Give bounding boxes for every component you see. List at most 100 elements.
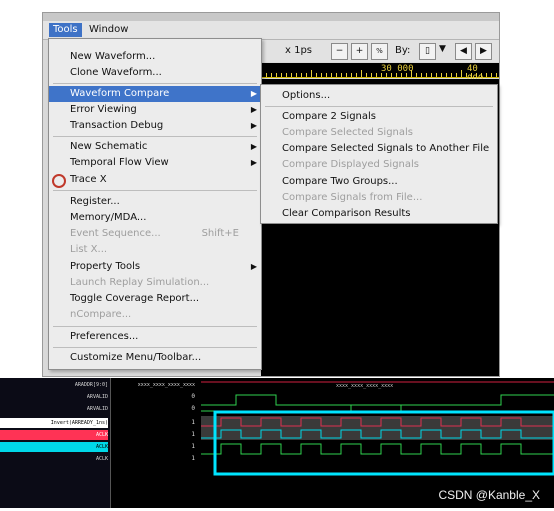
bus-value: xxxx_xxxx_xxxx_xxxx [336, 383, 393, 389]
ruler-tick [331, 73, 332, 77]
zoom-in-icon[interactable]: + [351, 43, 368, 60]
menu-item-register[interactable]: Register... [49, 194, 261, 210]
dropdown-arrow-icon[interactable]: ▼ [439, 44, 446, 54]
ruler-tick [491, 73, 492, 77]
submenu-item-compare-from-file[interactable]: Compare Signals from File... [261, 190, 497, 206]
submenu-item-options[interactable]: Options... [261, 88, 497, 104]
signal-value: 1 [191, 431, 195, 438]
submenu-item-compare-to-file[interactable]: Compare Selected Signals to Another File [261, 141, 497, 157]
menu-item-new-waveform[interactable]: New Waveform... [49, 49, 261, 65]
menu-item-clone-waveform[interactable]: Clone Waveform... [49, 65, 261, 81]
submenu-arrow-icon: ▶ [250, 89, 257, 98]
signal-name[interactable]: ARADDR[9:0] [0, 380, 108, 390]
watermark: CSDN @Kanble_X [438, 488, 540, 502]
menu-item-error-viewing[interactable]: Error Viewing ▶ [49, 102, 261, 118]
cursor-select-icon[interactable]: ▯ [419, 43, 436, 60]
menu-separator [265, 106, 493, 107]
trace-x-icon [52, 174, 66, 188]
submenu-arrow-icon: ▶ [250, 262, 257, 271]
menu-item-toggle-coverage[interactable]: Toggle Coverage Report... [49, 291, 261, 307]
menu-item-memory-mda[interactable]: Memory/MDA... [49, 210, 261, 226]
menu-tools[interactable]: Tools [49, 23, 82, 37]
menu-item-list-x[interactable]: List X... [49, 242, 261, 258]
signal-value: 1 [191, 455, 195, 462]
submenu-item-compare-two-groups[interactable]: Compare Two Groups... [261, 174, 497, 190]
ruler-tick [446, 73, 447, 77]
zoom-fit-icon[interactable]: % [371, 43, 388, 60]
ruler-tick [476, 73, 477, 77]
menu-separator [53, 347, 257, 348]
signal-name[interactable]: ARVALID [0, 392, 108, 402]
ruler-tick [336, 73, 337, 77]
signal-value: xxxx_xxxx_xxxx_xxxx [137, 382, 195, 388]
submenu-arrow-icon: ▶ [250, 158, 257, 167]
toolbar: x 1ps − + % By: ▯ ▼ ◀ ▶ [261, 40, 499, 62]
submenu-item-compare-displayed[interactable]: Compare Displayed Signals [261, 157, 497, 173]
ruler-tick [306, 73, 307, 77]
ruler-tick [361, 70, 362, 77]
ruler-tick [406, 73, 407, 77]
ruler-tick [286, 73, 287, 77]
ruler-tick [471, 73, 472, 77]
signal-name[interactable]: ARVALID [0, 404, 108, 414]
time-ruler[interactable]: 30 000 40 000 [261, 63, 499, 84]
menu-item-property-tools[interactable]: Property Tools ▶ [49, 259, 261, 275]
ruler-tick [391, 73, 392, 77]
ruler-tick [441, 73, 442, 77]
menu-item-transaction-debug[interactable]: Transaction Debug ▶ [49, 118, 261, 134]
ruler-tick [421, 73, 422, 77]
menu-item-waveform-compare[interactable]: Waveform Compare ▶ [49, 86, 261, 102]
ruler-tick [351, 73, 352, 77]
ruler-tick [416, 73, 417, 77]
next-icon[interactable]: ▶ [475, 43, 492, 60]
ruler-tick [386, 73, 387, 77]
signal-value: 0 [191, 405, 195, 412]
ruler-tick [481, 73, 482, 77]
submenu-arrow-icon: ▶ [250, 142, 257, 151]
ruler-tick [396, 73, 397, 77]
ruler-tick [266, 73, 267, 77]
submenu-item-compare-selected[interactable]: Compare Selected Signals [261, 125, 497, 141]
signal-value: 1 [191, 419, 195, 426]
menu-item-trace-x[interactable]: Trace X [49, 172, 261, 188]
signal-name-pane[interactable]: ARADDR[9:0] ARVALID ARVALID Invert(ARREA… [0, 378, 110, 508]
ruler-tick [366, 73, 367, 77]
submenu-arrow-icon: ▶ [250, 121, 257, 130]
signal-name[interactable]: ACLK [0, 454, 108, 464]
menu-item-launch-replay[interactable]: Launch Replay Simulation... [49, 275, 261, 291]
ruler-tick [281, 73, 282, 77]
prev-icon[interactable]: ◀ [455, 43, 472, 60]
menu-separator [53, 326, 257, 327]
signal-name[interactable]: ACLK [0, 442, 108, 452]
signal-value-pane[interactable]: xxxx_xxxx_xxxx_xxxx 0 0 1 1 1 1 [110, 378, 202, 508]
menu-item-ncompare[interactable]: nCompare... [49, 307, 261, 323]
menu-item-event-sequence[interactable]: Event Sequence... Shift+E [49, 226, 261, 242]
waveform-compare-submenu: Options... Compare 2 Signals Compare Sel… [260, 84, 498, 224]
ruler-tick [376, 73, 377, 77]
ruler-tick [371, 73, 372, 77]
menu-item-temporal-flow-view[interactable]: Temporal Flow View ▶ [49, 155, 261, 171]
ruler-tick [316, 73, 317, 77]
ruler-tick [451, 73, 452, 77]
menu-window[interactable]: Window [85, 23, 132, 37]
bottom-waveform-window: ARADDR[9:0] ARVALID ARVALID Invert(ARREA… [0, 378, 554, 508]
menu-item-customize[interactable]: Customize Menu/Toolbar... [49, 350, 261, 366]
ruler-tick [296, 73, 297, 77]
signal-name[interactable]: Invert(ARREADY_1ns) [0, 418, 108, 428]
tools-menu: New Waveform... Clone Waveform... Wavefo… [48, 38, 262, 370]
menu-item-new-schematic[interactable]: New Schematic ▶ [49, 139, 261, 155]
title-bar [43, 13, 499, 21]
ruler-tick [466, 73, 467, 77]
menu-separator [53, 190, 257, 191]
zoom-out-icon[interactable]: − [331, 43, 348, 60]
signal-name[interactable]: ACLK [0, 430, 108, 440]
menu-item-preferences[interactable]: Preferences... [49, 329, 261, 345]
ruler-tick [411, 70, 412, 77]
ruler-tick [346, 73, 347, 77]
menu-separator [53, 136, 257, 137]
by-label: By: [395, 45, 411, 56]
submenu-item-clear-results[interactable]: Clear Comparison Results [261, 206, 497, 222]
menu-separator [53, 83, 257, 84]
submenu-item-compare-2-signals[interactable]: Compare 2 Signals [261, 109, 497, 125]
ruler-tick [341, 73, 342, 77]
